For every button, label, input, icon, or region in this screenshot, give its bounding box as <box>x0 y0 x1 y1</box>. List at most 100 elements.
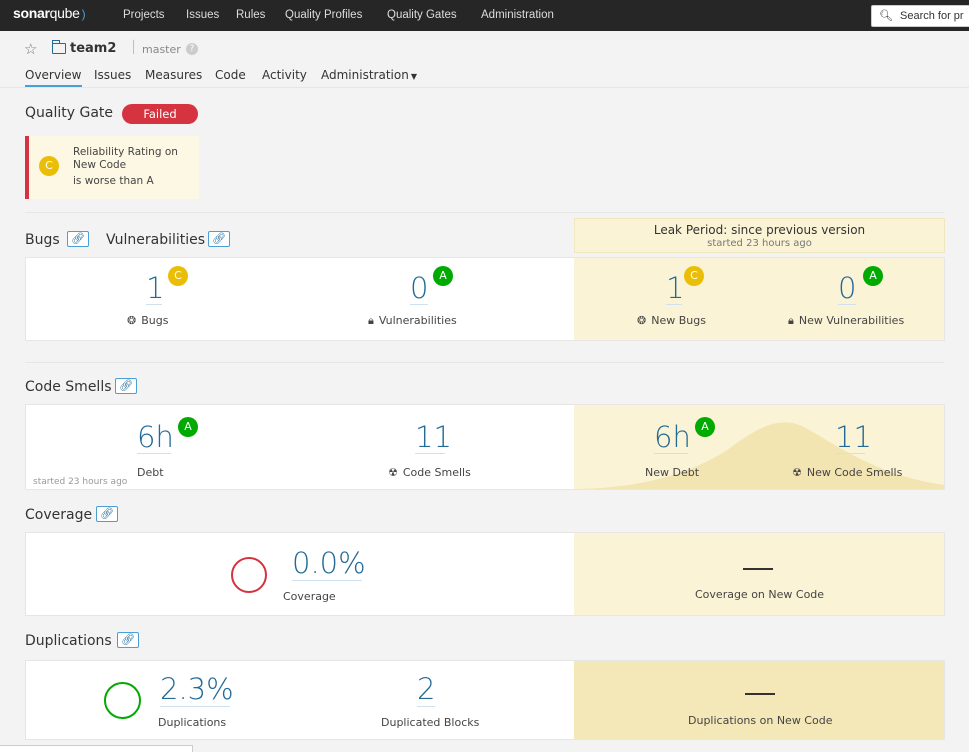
quality-gate-condition[interactable]: C Reliability Rating on New Code is worse… <box>25 136 199 199</box>
section-divider <box>25 362 944 363</box>
coverage-new-code-label: Coverage on New Code <box>695 588 825 601</box>
tab-code[interactable]: Code <box>215 68 246 82</box>
bugs-rating-badge[interactable]: C <box>168 266 188 286</box>
new-debt-value[interactable]: 6h <box>654 420 691 454</box>
leak-period-header: Leak Period: since previous version star… <box>574 218 945 253</box>
coverage-label: Coverage <box>283 590 336 603</box>
code-smells-section-title: Code Smells <box>25 379 112 395</box>
lock-icon: 🔒︎ <box>788 314 794 327</box>
lock-icon: 🔒︎ <box>368 314 374 327</box>
new-vulnerabilities-rating-badge[interactable]: A <box>863 266 883 286</box>
new-bugs-label: ❂ New Bugs <box>637 314 706 327</box>
debt-rating-badge[interactable]: A <box>178 417 198 437</box>
project-header: ☆ team2 │ master ? Overview Issues Measu… <box>0 31 969 88</box>
new-debt-underline <box>654 453 688 454</box>
code-smells-underline <box>415 453 445 454</box>
new-code-smells-underline <box>835 453 865 454</box>
condition-threshold: is worse than A <box>73 175 154 187</box>
help-icon[interactable]: ? <box>186 43 198 55</box>
chevron-down-icon: ▼ <box>410 72 417 81</box>
code-smells-label: ☢ Code Smells <box>388 466 471 479</box>
vulnerabilities-underline <box>410 304 428 305</box>
started-text: started 23 hours ago <box>33 477 128 487</box>
global-navbar: sonarqube) Projects Issues Rules Quality… <box>0 0 969 31</box>
duplications-new-code-label: Duplications on New Code <box>688 714 833 727</box>
section-divider <box>25 212 944 213</box>
tab-measures[interactable]: Measures <box>145 68 202 82</box>
nav-rules[interactable]: Rules <box>236 9 265 21</box>
quality-gate-title: Quality Gate <box>25 105 114 121</box>
tab-activity[interactable]: Activity <box>262 68 307 82</box>
radiation-icon: ☢ <box>792 466 802 479</box>
search-placeholder: Search for pr <box>900 10 964 22</box>
tab-issues[interactable]: Issues <box>94 68 131 82</box>
quality-gate-status-badge: Failed <box>122 104 198 124</box>
condition-rating-badge: C <box>39 156 59 176</box>
bug-icon: ❂ <box>637 314 647 327</box>
debt-underline <box>137 453 171 454</box>
duplications-section-title: Duplications <box>25 633 112 649</box>
new-debt-label: New Debt <box>645 466 700 479</box>
duplicated-blocks-underline <box>417 706 435 707</box>
duplications-leak-panel <box>574 661 944 739</box>
bugs-label: ❂ Bugs <box>127 314 169 327</box>
tab-administration[interactable]: Administration ▼ <box>321 68 417 82</box>
project-name[interactable]: team2 <box>70 41 116 56</box>
favorite-star-icon[interactable]: ☆ <box>24 40 37 58</box>
search-icon: 🔍︎ <box>879 9 893 22</box>
sonarqube-logo[interactable]: sonarqube) <box>13 5 86 25</box>
new-debt-rating-badge[interactable]: A <box>695 417 715 437</box>
new-code-smells-value[interactable]: 11 <box>835 420 872 454</box>
leak-period-title: Leak Period: since previous version <box>653 223 866 237</box>
duplicated-blocks-value[interactable]: 2 <box>417 672 435 706</box>
bugs-value[interactable]: 1 <box>146 271 164 305</box>
new-vulnerabilities-label: 🔒︎ New Vulnerabilities <box>788 314 905 327</box>
debt-value[interactable]: 6h <box>137 420 174 454</box>
branch-name: master <box>142 43 181 56</box>
new-vulnerabilities-value[interactable]: 0 <box>838 271 856 305</box>
vulnerabilities-rating-badge[interactable]: A <box>433 266 453 286</box>
coverage-value[interactable]: 0.0% <box>292 546 366 580</box>
coverage-section-title: Coverage <box>25 507 93 523</box>
new-bugs-underline <box>666 304 682 305</box>
code-smells-link-icon[interactable]: 🔗︎ <box>115 378 137 394</box>
duplications-value[interactable]: 2.3% <box>160 672 234 706</box>
vulnerabilities-section-title: Vulnerabilities <box>106 232 206 248</box>
overview-content: Quality Gate Failed C Reliability Rating… <box>0 88 969 752</box>
vulnerabilities-value[interactable]: 0 <box>410 271 428 305</box>
new-code-smells-label: ☢ New Code Smells <box>792 466 903 479</box>
nav-administration[interactable]: Administration <box>481 9 554 21</box>
logo-wave-icon: ) <box>81 7 86 21</box>
bugs-link-icon[interactable]: 🔗︎ <box>67 231 89 247</box>
bugs-section-title: Bugs <box>25 232 60 248</box>
coverage-link-icon[interactable]: 🔗︎ <box>96 506 118 522</box>
vulnerabilities-label: 🔒︎ Vulnerabilities <box>368 314 457 327</box>
branch-icon: │ <box>130 40 138 54</box>
condition-text: Reliability Rating on New Code <box>73 146 178 171</box>
duplications-new-empty-dash <box>745 693 775 695</box>
new-bugs-rating-badge[interactable]: C <box>684 266 704 286</box>
coverage-underline <box>292 580 362 581</box>
footer-edge <box>0 745 193 752</box>
coverage-leak-panel <box>574 533 944 615</box>
new-bugs-value[interactable]: 1 <box>666 271 684 305</box>
tab-overview[interactable]: Overview <box>25 68 82 87</box>
duplications-label: Duplications <box>158 716 227 729</box>
global-search[interactable]: 🔍︎ Search for pr <box>871 5 969 27</box>
leak-period-started: started 23 hours ago <box>707 238 812 249</box>
duplications-link-icon[interactable]: 🔗︎ <box>117 632 139 648</box>
duplications-donut[interactable] <box>104 682 141 719</box>
nav-quality-gates[interactable]: Quality Gates <box>387 9 457 21</box>
vulnerabilities-link-icon[interactable]: 🔗︎ <box>208 231 230 247</box>
code-smells-value[interactable]: 11 <box>415 420 452 454</box>
duplications-underline <box>160 706 230 707</box>
bugs-underline <box>146 304 162 305</box>
new-vulnerabilities-underline <box>838 304 856 305</box>
coverage-new-empty-dash <box>743 568 773 570</box>
debt-label: Debt <box>137 466 164 479</box>
coverage-donut[interactable] <box>231 557 267 593</box>
nav-issues[interactable]: Issues <box>186 9 219 21</box>
nav-quality-profiles[interactable]: Quality Profiles <box>285 9 362 21</box>
nav-projects[interactable]: Projects <box>123 9 165 21</box>
duplicated-blocks-label: Duplicated Blocks <box>381 716 480 729</box>
